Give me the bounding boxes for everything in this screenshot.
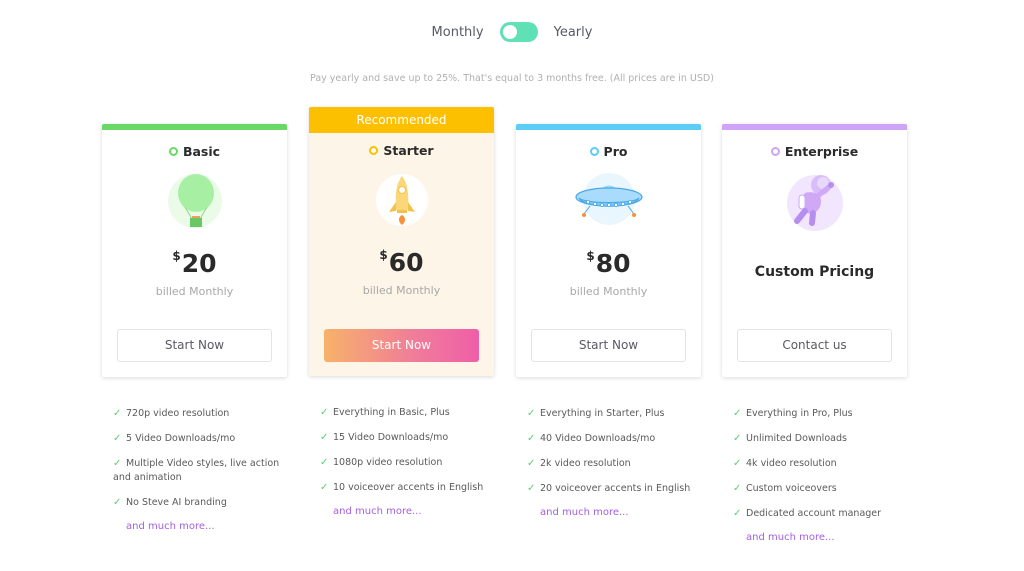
check-icon: ✓ bbox=[320, 407, 329, 418]
check-icon: ✓ bbox=[733, 508, 742, 519]
hot-air-balloon-icon bbox=[165, 171, 225, 231]
billing-switch[interactable] bbox=[499, 22, 538, 42]
plan-dot-icon bbox=[770, 147, 780, 156]
feature-list-pro: ✓ Everything in Starter, Plus ✓ 40 Video D… bbox=[527, 407, 712, 531]
currency: $ bbox=[172, 249, 181, 263]
feature-item: ✓ 4k video resolution bbox=[733, 458, 837, 469]
feature-list-starter: ✓ Everything in Basic, Plus ✓ 15 Video Dow… bbox=[320, 406, 505, 530]
pricing-note: Pay yearly and save up to 25%. That's eq… bbox=[310, 73, 714, 84]
accent-bar bbox=[722, 124, 907, 130]
feature-item: ✓ 20 voiceover accents in English bbox=[527, 483, 691, 494]
price-value: 20 bbox=[181, 249, 217, 278]
start-now-button[interactable]: Start Now bbox=[117, 329, 272, 362]
plan-dot-icon bbox=[168, 147, 178, 156]
monthly-label[interactable]: Monthly bbox=[432, 25, 484, 40]
feature-item: ✓ 1080p video resolution bbox=[320, 457, 443, 468]
check-icon: ✓ bbox=[320, 432, 329, 443]
feature-list-basic: ✓ 720p video resolution ✓ 5 Video Download… bbox=[113, 407, 298, 545]
check-icon: ✓ bbox=[113, 408, 122, 419]
plan-title: Pro bbox=[516, 144, 701, 159]
feature-item: ✓ 720p video resolution bbox=[113, 408, 230, 419]
check-icon: ✓ bbox=[527, 458, 536, 469]
yearly-label[interactable]: Yearly bbox=[554, 25, 593, 40]
more-features-link[interactable]: and much more... bbox=[320, 505, 505, 519]
plan-name: Basic bbox=[182, 144, 221, 159]
plan-price: $20 bbox=[102, 241, 287, 279]
accent-bar bbox=[102, 124, 287, 130]
check-icon: ✓ bbox=[527, 433, 536, 444]
plan-title: Starter bbox=[309, 143, 494, 158]
feature-item: ✓ Custom voiceovers bbox=[733, 483, 837, 494]
plan-card-basic: Basic $20 billed Monthly Start Now bbox=[102, 124, 287, 377]
plan-title: Enterprise bbox=[722, 144, 907, 159]
plan-name: Enterprise bbox=[784, 144, 859, 159]
feature-item: ✓ Everything in Pro, Plus bbox=[733, 408, 853, 419]
feature-item: ✓ Unlimited Downloads bbox=[733, 433, 847, 444]
currency: $ bbox=[379, 248, 388, 262]
check-icon: ✓ bbox=[320, 482, 329, 493]
billing-toggle: Monthly Yearly bbox=[0, 22, 1024, 42]
accent-bar bbox=[516, 124, 701, 130]
check-icon: ✓ bbox=[113, 458, 122, 469]
more-features-link[interactable]: and much more... bbox=[527, 506, 712, 520]
feature-list-enterprise: ✓ Everything in Pro, Plus ✓ Unlimited Down… bbox=[733, 407, 918, 556]
plan-dot-icon bbox=[589, 147, 599, 156]
feature-item: ✓ Everything in Starter, Plus bbox=[527, 408, 665, 419]
more-features-link[interactable]: and much more... bbox=[733, 531, 918, 545]
feature-item: ✓ Dedicated account manager bbox=[733, 508, 882, 519]
check-icon: ✓ bbox=[113, 497, 122, 508]
currency: $ bbox=[586, 249, 595, 263]
feature-item: ✓ 10 voiceover accents in English bbox=[320, 482, 484, 493]
plan-dot-icon bbox=[369, 146, 379, 155]
custom-pricing: Custom Pricing bbox=[754, 264, 875, 280]
price-value: 80 bbox=[595, 249, 631, 278]
check-icon: ✓ bbox=[113, 433, 122, 444]
check-icon: ✓ bbox=[733, 408, 742, 419]
more-features-link[interactable]: and much more... bbox=[113, 520, 298, 534]
start-now-button[interactable]: Start Now bbox=[531, 329, 686, 362]
switch-knob bbox=[502, 25, 517, 39]
feature-item: ✓ Everything in Basic, Plus bbox=[320, 407, 450, 418]
contact-us-button[interactable]: Contact us bbox=[737, 329, 892, 362]
plan-card-enterprise: Enterprise Custom Pricing Contact us bbox=[722, 124, 907, 377]
feature-item: ✓ Multiple Video styles, live action and … bbox=[113, 458, 280, 483]
plan-name: Pro bbox=[603, 144, 628, 159]
astronaut-icon bbox=[785, 171, 845, 231]
plan-title: Basic bbox=[102, 144, 287, 159]
check-icon: ✓ bbox=[733, 458, 742, 469]
check-icon: ✓ bbox=[527, 408, 536, 419]
feature-item: ✓ 2k video resolution bbox=[527, 458, 631, 469]
rocket-icon bbox=[372, 170, 432, 230]
billing-period: billed Monthly bbox=[362, 284, 441, 297]
feature-item: ✓ 15 Video Downloads/mo bbox=[320, 432, 449, 443]
feature-item: ✓ No Steve AI branding bbox=[113, 497, 227, 508]
plan-card-pro: Pro $80 billed Monthly Start Now bbox=[516, 124, 701, 377]
plan-card-starter: Recommended Starter $60 billed Monthly S… bbox=[309, 107, 494, 376]
price-value: 60 bbox=[388, 248, 424, 277]
recommended-badge: Recommended bbox=[309, 107, 494, 133]
check-icon: ✓ bbox=[733, 483, 742, 494]
plan-price: $60 bbox=[309, 240, 494, 278]
feature-item: ✓ 40 Video Downloads/mo bbox=[527, 433, 656, 444]
start-now-button[interactable]: Start Now bbox=[324, 329, 479, 362]
feature-item: ✓ 5 Video Downloads/mo bbox=[113, 433, 236, 444]
check-icon: ✓ bbox=[733, 433, 742, 444]
check-icon: ✓ bbox=[527, 483, 536, 494]
billing-period: billed Monthly bbox=[155, 285, 234, 298]
billing-period: billed Monthly bbox=[569, 285, 648, 298]
plan-name: Starter bbox=[383, 143, 434, 158]
plan-price: $80 bbox=[516, 241, 701, 279]
check-icon: ✓ bbox=[320, 457, 329, 468]
ufo-icon bbox=[574, 171, 644, 231]
